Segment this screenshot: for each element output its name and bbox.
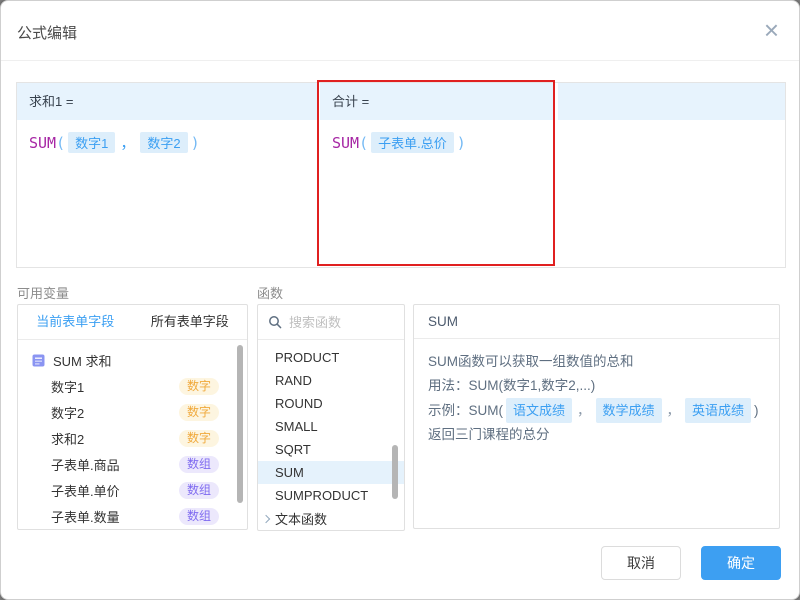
variable-chip[interactable]: 数字1: [68, 132, 115, 153]
functions-scrollbar[interactable]: [392, 445, 398, 499]
function-row[interactable]: SMALL: [258, 415, 404, 438]
variable-label: 数字1: [51, 377, 84, 396]
comma-token: ，: [667, 403, 681, 418]
function-row[interactable]: SUM: [258, 461, 404, 484]
variable-row[interactable]: 数字2 数字: [18, 399, 247, 425]
header-gap: [555, 83, 558, 120]
description-title: SUM: [414, 305, 779, 339]
function-row[interactable]: ROUND: [258, 392, 404, 415]
form-icon: [32, 354, 45, 367]
variable-type-tag: 数字: [179, 378, 219, 395]
functions-section-label: 函数: [257, 283, 283, 302]
variable-rows: 数字1 数字 数字2 数字 求和2 数字 子表单.商品: [18, 373, 247, 530]
variable-chip[interactable]: 子表单.总价: [371, 132, 454, 153]
function-name: SUM: [332, 134, 359, 152]
functions-panel: PRODUCT RAND ROUND SMALL SQRT SUM SUMPRO…: [257, 304, 405, 531]
close-paren: ): [457, 134, 466, 152]
variable-label: 求和2: [51, 429, 84, 448]
formula-cell-left-title: 求和1 =: [29, 83, 73, 120]
function-rows: PRODUCT RAND ROUND SMALL SQRT SUM SUMPRO…: [258, 346, 404, 507]
tree-root-label: SUM 求和: [53, 351, 112, 370]
variable-chip[interactable]: 数字2: [140, 132, 187, 153]
variables-list: SUM 求和 数字1 数字 数字2 数字 求和2: [18, 340, 247, 530]
tree-root-form[interactable]: SUM 求和: [18, 347, 247, 373]
example-chip: 数学成绩: [596, 398, 662, 423]
variable-row[interactable]: 子表单.单价 数组: [18, 477, 247, 503]
variable-type-tag: 数组: [179, 482, 219, 499]
variable-label: 子表单.单价: [51, 481, 120, 500]
example-prefix: 示例：SUM(: [428, 403, 503, 418]
variable-type-tag: 数组: [179, 508, 219, 525]
confirm-button[interactable]: 确定: [701, 546, 781, 580]
description-usage: 用法：SUM(数字1,数字2,...): [428, 374, 765, 397]
variable-row[interactable]: 求和2 数字: [18, 425, 247, 451]
formula-expression-right[interactable]: SUM(子表单.总价): [332, 132, 466, 153]
search-icon: [268, 315, 282, 329]
function-list: PRODUCT RAND ROUND SMALL SQRT SUM SUMPRO…: [258, 340, 404, 530]
function-search-input[interactable]: [289, 315, 394, 330]
function-row[interactable]: PRODUCT: [258, 346, 404, 369]
variable-row[interactable]: 数字1 数字: [18, 373, 247, 399]
chevron-right-icon: [262, 514, 270, 522]
function-row[interactable]: SUMPRODUCT: [258, 484, 404, 507]
function-group-text[interactable]: 文本函数: [258, 507, 404, 530]
function-group-label: 文本函数: [275, 509, 327, 528]
example-chip: 英语成绩: [685, 398, 751, 423]
dialog-title: 公式编辑: [17, 22, 77, 43]
dialog-titlebar: 公式编辑 ×: [1, 1, 799, 61]
formula-expression-left[interactable]: SUM(数字1 ， 数字2): [29, 132, 200, 153]
cancel-button[interactable]: 取消: [601, 546, 681, 580]
variable-row[interactable]: 子表单.数量 数组: [18, 503, 247, 529]
formula-panel: 求和1 = 合计 = SUM(数字1，数字2) SUM(子表单.总价): [16, 82, 786, 268]
function-row[interactable]: RAND: [258, 369, 404, 392]
variables-panel: 当前表单字段 所有表单字段 SUM 求和 数字1 数字: [17, 304, 248, 530]
close-icon[interactable]: ×: [764, 15, 779, 45]
variable-type-tag: 数组: [179, 529, 219, 530]
function-row[interactable]: SQRT: [258, 438, 404, 461]
variables-section-label: 可用变量: [17, 283, 69, 302]
variable-type-tag: 数组: [179, 456, 219, 473]
variable-label: 子表单.商品: [51, 455, 120, 474]
open-paren: (: [56, 134, 65, 152]
formula-cell-right-title: 合计 =: [332, 83, 369, 120]
variables-scrollbar[interactable]: [237, 345, 243, 503]
close-paren: ): [191, 134, 200, 152]
formula-edit-dialog: 公式编辑 × 求和1 = 合计 = SUM(数字1，数字2) SUM(子表单.总…: [0, 0, 800, 600]
function-name: SUM: [29, 134, 56, 152]
description-summary: SUM函数可以获取一组数值的总和: [428, 350, 765, 373]
formula-header-strip: [17, 83, 785, 120]
tab-current-form-fields[interactable]: 当前表单字段: [18, 305, 133, 339]
variable-label: 子表单.数量: [51, 507, 120, 526]
header-gap: [317, 83, 320, 120]
variable-row[interactable]: 子表单.商品 数组: [18, 451, 247, 477]
variable-type-tag: 数字: [179, 404, 219, 421]
description-example: 示例：SUM(语文成绩，数学成绩，英语成绩)返回三门课程的总分: [428, 398, 765, 446]
variable-type-tag: 数字: [179, 430, 219, 447]
function-description-panel: SUM SUM函数可以获取一组数值的总和 用法：SUM(数字1,数字2,...)…: [413, 304, 780, 529]
tab-all-form-fields[interactable]: 所有表单字段: [133, 305, 248, 339]
function-search: [258, 305, 404, 340]
example-chip: 语文成绩: [506, 398, 572, 423]
comma-token: ，: [577, 403, 591, 418]
variables-tabs: 当前表单字段 所有表单字段: [18, 305, 247, 340]
variable-row[interactable]: 数组: [18, 529, 247, 530]
description-body: SUM函数可以获取一组数值的总和 用法：SUM(数字1,数字2,...) 示例：…: [414, 339, 779, 458]
open-paren: (: [359, 134, 368, 152]
comma-token: ，: [120, 134, 135, 152]
variable-label: 数字2: [51, 403, 84, 422]
